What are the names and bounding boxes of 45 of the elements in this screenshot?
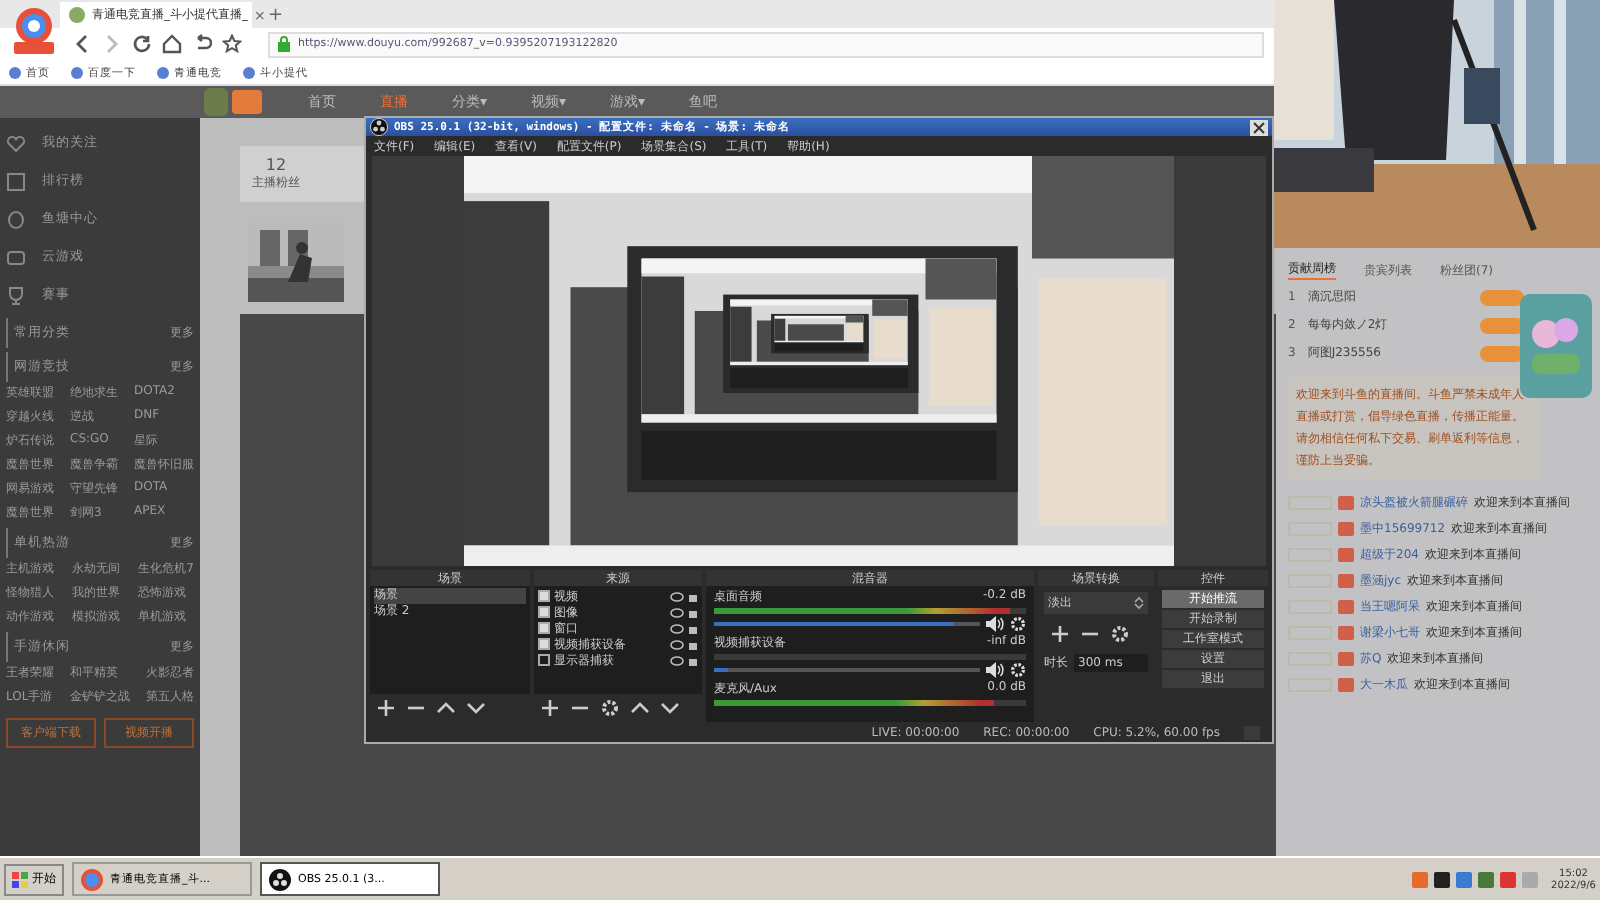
speaker-icon[interactable] <box>986 662 1004 678</box>
add-icon[interactable] <box>540 698 560 718</box>
visibility-checkbox[interactable] <box>538 622 550 634</box>
back-icon[interactable] <box>72 34 92 54</box>
level-badge-icon <box>1288 521 1332 535</box>
visibility-checkbox[interactable] <box>538 606 550 618</box>
level-badge-icon <box>1288 573 1332 587</box>
site-logo-icon <box>204 86 264 118</box>
new-tab-button[interactable]: + <box>268 4 284 28</box>
badge-icon <box>1479 317 1524 333</box>
visibility-checkbox[interactable] <box>538 590 550 602</box>
level-badge-icon <box>1288 677 1332 691</box>
badge-icon <box>1479 289 1524 305</box>
windows-logo-icon <box>12 871 28 887</box>
close-icon[interactable] <box>1250 119 1268 135</box>
level-badge-icon <box>1288 625 1332 639</box>
visibility-checkbox[interactable] <box>538 638 550 650</box>
fan-count: 12 <box>265 156 287 174</box>
level-badge-icon <box>1288 651 1332 665</box>
visibility-checkbox[interactable] <box>538 654 550 666</box>
undo-icon[interactable] <box>192 34 212 54</box>
level-badge-icon <box>1288 599 1332 613</box>
add-icon[interactable] <box>376 698 396 718</box>
settings-icon[interactable] <box>1010 662 1026 678</box>
spinner-icon <box>1134 596 1144 610</box>
heart-icon <box>6 133 26 153</box>
obs-logo-icon <box>370 118 388 136</box>
obs-logo-icon <box>268 867 292 891</box>
star-icon[interactable] <box>222 34 242 54</box>
settings-icon[interactable] <box>1110 624 1130 644</box>
browser-logo-icon <box>80 867 104 891</box>
status-indicator <box>1244 725 1260 739</box>
level-badge-icon <box>1288 495 1332 509</box>
add-icon[interactable] <box>1050 624 1070 644</box>
refresh-icon[interactable] <box>132 34 152 54</box>
settings-icon[interactable] <box>1010 616 1026 632</box>
settings-icon[interactable] <box>600 698 620 718</box>
gift-card-icon <box>1520 294 1592 398</box>
egg-icon <box>6 209 26 229</box>
trophy-icon <box>6 285 26 305</box>
lock-icon <box>276 36 292 52</box>
home-icon[interactable] <box>162 34 182 54</box>
badge-icon <box>1479 345 1524 361</box>
speaker-icon[interactable] <box>986 616 1004 632</box>
level-badge-icon <box>1288 547 1332 561</box>
